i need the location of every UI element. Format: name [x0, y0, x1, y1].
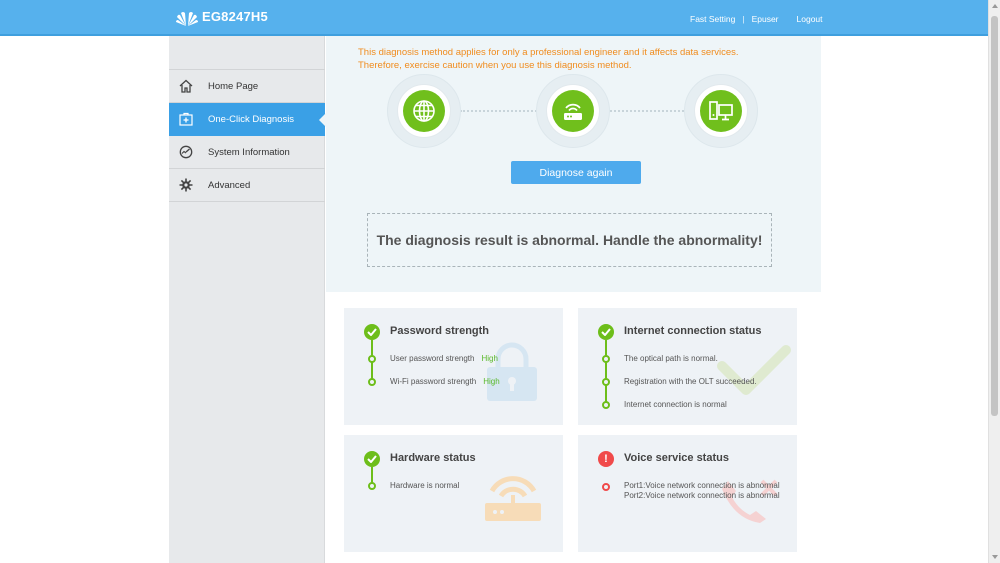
card-title: Voice service status: [624, 452, 729, 464]
diagnosis-warning: This diagnosis method applies for only a…: [358, 47, 798, 72]
diagnosis-result: The diagnosis result is abnormal. Handle…: [367, 213, 772, 267]
list-item: Hardware is normal: [390, 481, 460, 490]
voice-port2-status: Port2:Voice network connection is abnorm…: [624, 491, 780, 500]
card-title: Password strength: [390, 325, 490, 337]
fast-setting-link[interactable]: Fast Setting: [690, 14, 735, 24]
diagnosis-icon: [178, 111, 194, 127]
status-dot: [602, 401, 610, 409]
sidebar-item-label: System Information: [208, 146, 290, 158]
warning-line-2: Therefore, exercise caution when you use…: [358, 59, 632, 71]
sidebar-item-advanced[interactable]: Advanced: [169, 169, 325, 202]
status-dot: [602, 355, 610, 363]
status-error-icon: !: [598, 451, 614, 467]
voice-service-card: ! Voice service status Port1:Voice netwo…: [578, 435, 797, 552]
sidebar-item-label: Home Page: [208, 80, 259, 92]
computer-node: [684, 74, 758, 148]
warning-line-1: This diagnosis method applies for only a…: [358, 47, 739, 58]
diagnose-again-button[interactable]: Diagnose again: [511, 161, 641, 184]
row-label: Wi-Fi password strength: [390, 377, 477, 386]
list-item: Internet connection is normal: [624, 400, 727, 409]
user-link[interactable]: Epuser: [752, 14, 779, 24]
connector-dots: [460, 110, 540, 112]
vertical-scrollbar[interactable]: [988, 0, 1000, 563]
status-dot: [368, 482, 376, 490]
checkmark-watermark-icon: [717, 345, 791, 395]
list-item: Port1:Voice network connection is abnorm…: [624, 481, 780, 501]
row-label: User password strength: [390, 354, 475, 363]
card-title: Hardware status: [390, 452, 476, 464]
status-dot-error: [602, 483, 610, 491]
hardware-status-card: Hardware status Hardware is normal: [344, 435, 563, 552]
internet-connection-card: Internet connection status The optical p…: [578, 308, 797, 425]
strength-value: High: [483, 377, 500, 386]
connector-dots: [610, 110, 688, 112]
sidebar-item-label: One-Click Diagnosis: [208, 113, 295, 125]
product-name: EG8247H5: [202, 9, 268, 24]
status-ok-icon: [598, 324, 614, 340]
network-node: [387, 74, 461, 148]
strength-value: High: [481, 354, 498, 363]
sidebar-item-one-click-diagnosis[interactable]: One-Click Diagnosis: [169, 103, 326, 136]
globe-icon: [403, 90, 445, 132]
status-dot: [602, 378, 610, 386]
password-strength-card: Password strength User password strength…: [344, 308, 563, 425]
status-dot: [368, 378, 376, 386]
huawei-logo-icon: [176, 12, 198, 26]
sidebar-item-home-page[interactable]: Home Page: [169, 70, 325, 103]
card-title: Internet connection status: [624, 325, 762, 337]
lock-icon: [487, 342, 537, 401]
scroll-down-arrow-icon[interactable]: [992, 555, 998, 559]
router-watermark-icon: [485, 476, 541, 521]
list-item: The optical path is normal.: [624, 354, 718, 363]
status-dot: [368, 355, 376, 363]
top-header: EG8247H5 Fast Setting | Epuser Logout: [0, 0, 988, 36]
list-item: Wi-Fi password strength High: [390, 377, 500, 386]
gateway-node: [536, 74, 610, 148]
sidebar-item-label: Advanced: [208, 179, 251, 191]
logout-link[interactable]: Logout: [797, 14, 823, 24]
dashboard-icon: [178, 144, 194, 160]
app-root: EG8247H5 Fast Setting | Epuser Logout Ho…: [0, 0, 1000, 563]
diagnosis-result-text: The diagnosis result is abnormal. Handle…: [376, 232, 763, 248]
router-icon: [552, 90, 594, 132]
scrollbar-thumb[interactable]: [991, 16, 998, 416]
gear-icon: [178, 177, 194, 193]
list-item: User password strength High: [390, 354, 498, 363]
header-links: Fast Setting | Epuser Logout: [690, 14, 823, 24]
computer-icon: [700, 90, 742, 132]
list-item: Registration with the OLT succeeded.: [624, 377, 757, 386]
link-separator: |: [742, 14, 745, 24]
home-icon: [178, 78, 194, 94]
voice-port1-status: Port1:Voice network connection is abnorm…: [624, 481, 780, 490]
sidebar-menu: Home Page One-Click Diagnosis System Inf…: [169, 69, 326, 202]
sidebar: Home Page One-Click Diagnosis System Inf…: [169, 36, 326, 563]
status-ok-icon: [364, 324, 380, 340]
sidebar-item-system-information[interactable]: System Information: [169, 136, 325, 169]
scroll-up-arrow-icon[interactable]: [992, 4, 998, 8]
status-ok-icon: [364, 451, 380, 467]
